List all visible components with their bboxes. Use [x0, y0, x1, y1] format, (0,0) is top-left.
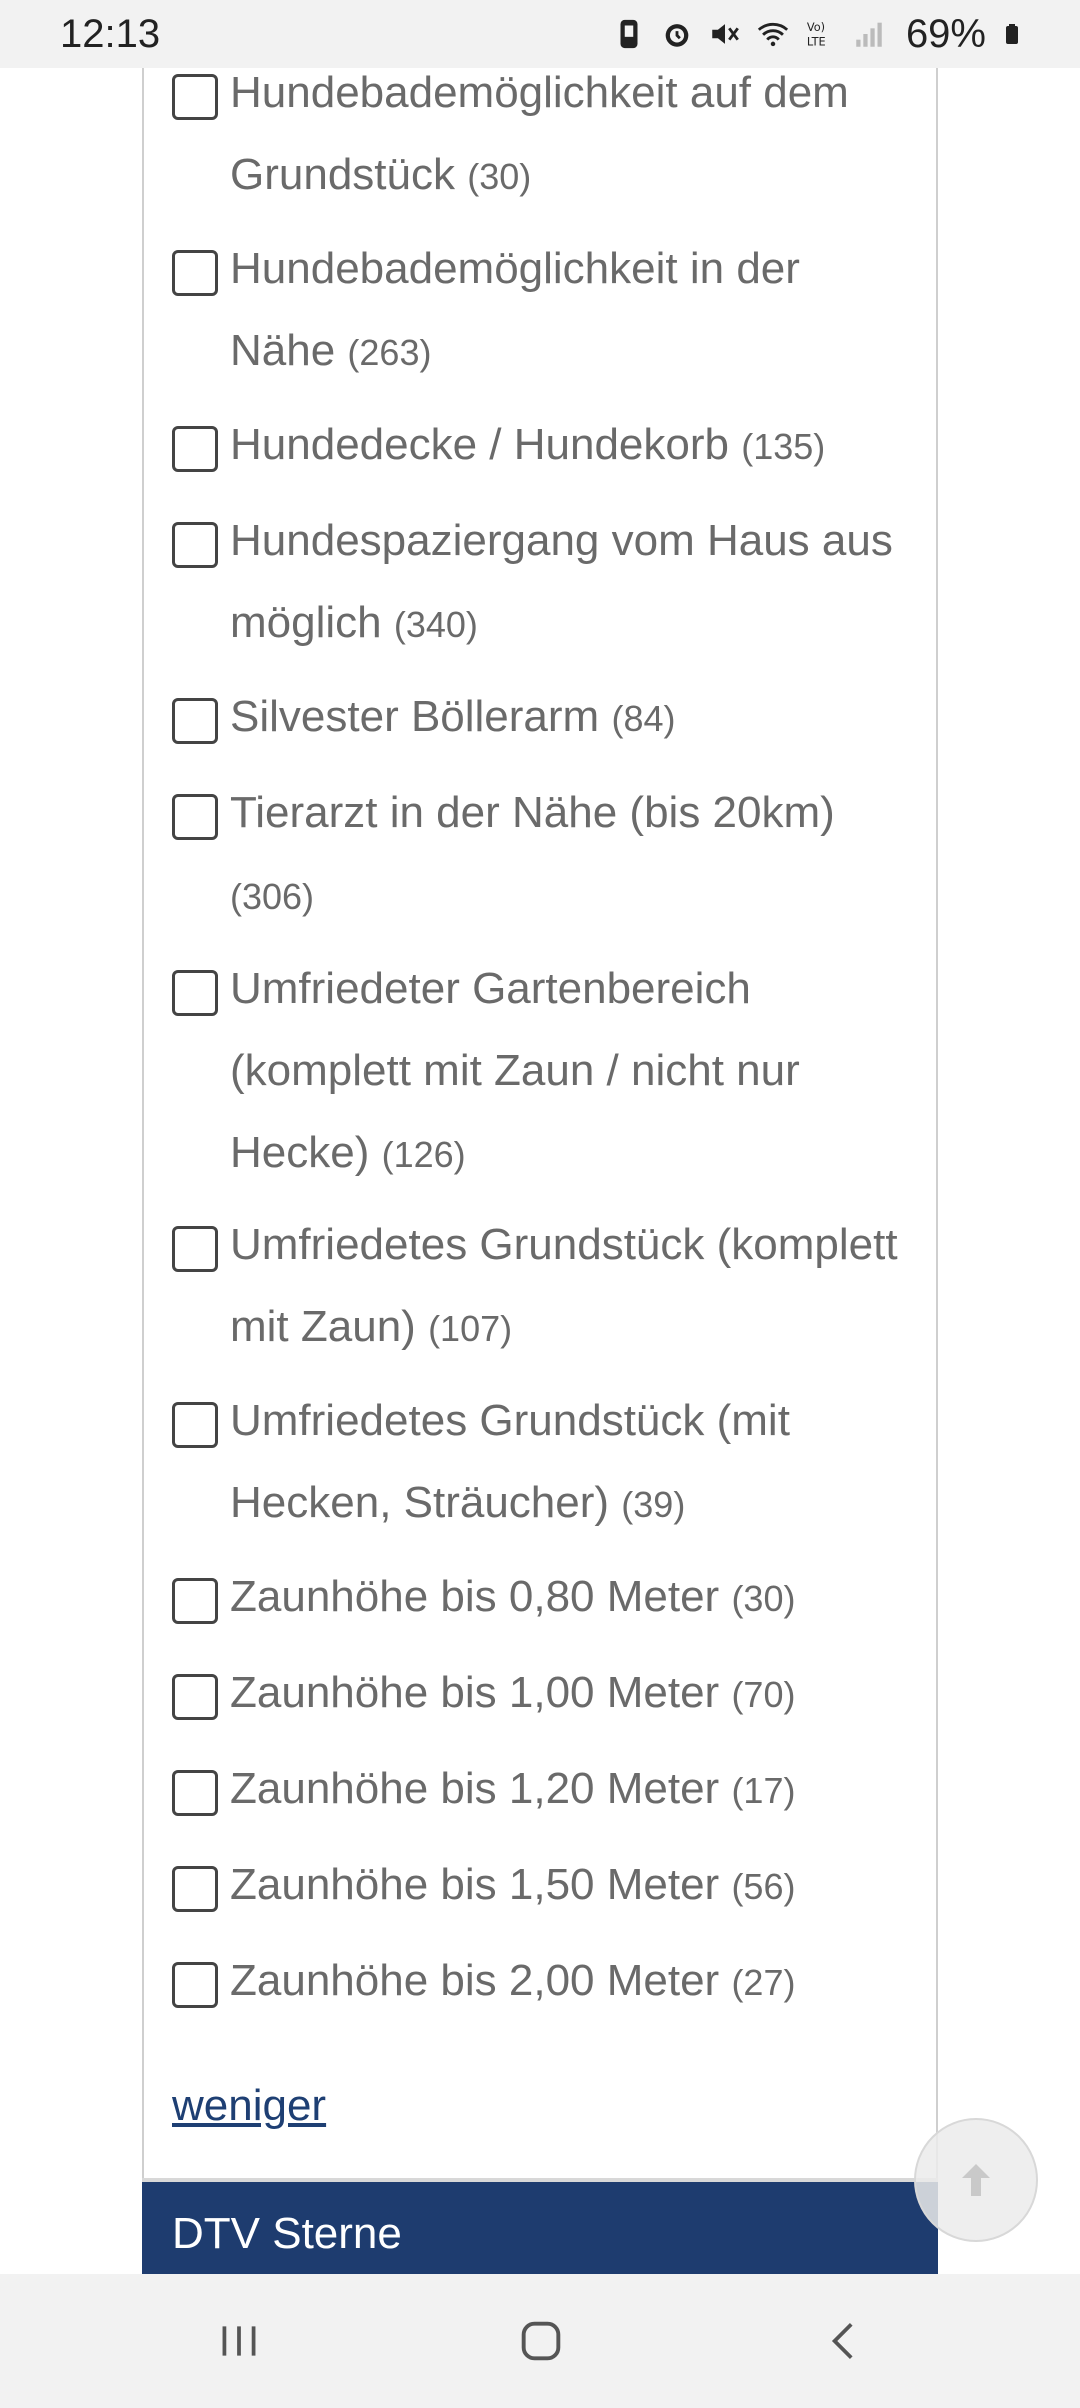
filter-count: (70)	[731, 1674, 796, 1715]
filter-count: (126)	[381, 1134, 466, 1175]
checkbox[interactable]	[172, 698, 218, 744]
svg-text:LTE: LTE	[807, 34, 826, 48]
filter-option[interactable]: Hundedecke / Hundekorb (135)	[172, 420, 912, 488]
section-title: DTV Sterne	[172, 2209, 402, 2258]
filter-option[interactable]: Tierarzt in der Nähe (bis 20km) (306)	[172, 788, 912, 938]
back-button[interactable]	[800, 2304, 890, 2378]
svg-text:Vo): Vo)	[807, 20, 825, 34]
filter-count: (17)	[731, 1770, 796, 1811]
filter-panel: Hundebademöglichkeit auf dem Grundstück …	[142, 68, 938, 2178]
filter-option[interactable]: Zaunhöhe bis 1,00 Meter (70)	[172, 1668, 912, 1736]
home-button[interactable]	[496, 2304, 586, 2378]
filter-count: (39)	[621, 1484, 686, 1525]
checkbox[interactable]	[172, 1962, 218, 2008]
arrow-up-icon	[962, 2164, 990, 2196]
checkbox[interactable]	[172, 794, 218, 840]
filter-option[interactable]: Silvester Böllerarm (84)	[172, 692, 912, 760]
filter-label[interactable]: Hundebademöglichkeit in der Nähe (263)	[230, 228, 912, 394]
battery-icon	[1006, 24, 1018, 44]
checkbox[interactable]	[172, 1402, 218, 1448]
filter-label[interactable]: Umfriedetes Grundstück (mit Hecken, Strä…	[230, 1380, 912, 1546]
checkbox[interactable]	[172, 1674, 218, 1720]
filter-label[interactable]: Zaunhöhe bis 1,20 Meter (17)	[230, 1748, 795, 1832]
filter-option[interactable]: Zaunhöhe bis 1,20 Meter (17)	[172, 1764, 912, 1832]
home-icon	[521, 2321, 561, 2361]
filter-label[interactable]: Tierarzt in der Nähe (bis 20km) (306)	[230, 772, 912, 938]
back-to-top-button[interactable]	[914, 2118, 1038, 2242]
checkbox[interactable]	[172, 1226, 218, 1272]
filter-label[interactable]: Zaunhöhe bis 1,00 Meter (70)	[230, 1652, 795, 1736]
filter-option[interactable]: Umfriedeter Gartenbereich (komplett mit …	[172, 964, 912, 1196]
filter-label[interactable]: Hundebademöglichkeit auf dem Grundstück …	[230, 52, 912, 218]
checkbox[interactable]	[172, 426, 218, 472]
filter-option[interactable]: Umfriedetes Grundstück (mit Hecken, Strä…	[172, 1396, 912, 1546]
checkbox[interactable]	[172, 1866, 218, 1912]
checkbox[interactable]	[172, 1770, 218, 1816]
status-icons: Vo) LTE 69%	[612, 10, 1024, 58]
filter-label[interactable]: Hundedecke / Hundekorb (135)	[230, 404, 825, 488]
volte-icon: Vo)LTE	[807, 20, 826, 48]
filter-count: (135)	[741, 426, 826, 467]
filter-count: (30)	[731, 1578, 796, 1619]
show-less-link[interactable]: weniger	[172, 2076, 326, 2136]
filter-label[interactable]: Zaunhöhe bis 1,50 Meter (56)	[230, 1844, 795, 1928]
filter-option[interactable]: Zaunhöhe bis 1,50 Meter (56)	[172, 1860, 912, 1928]
wifi-icon	[757, 22, 789, 47]
filter-option[interactable]: Hundespaziergang vom Haus aus möglich (3…	[172, 516, 912, 666]
filter-label[interactable]: Zaunhöhe bis 0,80 Meter (30)	[230, 1556, 795, 1640]
status-time: 12:13	[60, 12, 161, 56]
filter-option[interactable]: Hundebademöglichkeit auf dem Grundstück …	[172, 68, 912, 218]
filter-label[interactable]: Hundespaziergang vom Haus aus möglich (3…	[230, 500, 912, 666]
navigation-bar	[0, 2274, 1080, 2408]
battery-percent: 69%	[905, 12, 986, 56]
filter-count: (84)	[611, 698, 676, 739]
filter-count: (306)	[230, 876, 315, 917]
filter-label[interactable]: Silvester Böllerarm (84)	[230, 676, 675, 760]
filter-count: (263)	[347, 332, 432, 373]
filter-option[interactable]: Zaunhöhe bis 2,00 Meter (27)	[172, 1956, 912, 2024]
checkbox[interactable]	[172, 970, 218, 1016]
filter-label[interactable]: Umfriedetes Grundstück (komplett mit Zau…	[230, 1204, 912, 1370]
filter-label[interactable]: Zaunhöhe bis 2,00 Meter (27)	[230, 1940, 795, 2024]
filter-option[interactable]: Zaunhöhe bis 0,80 Meter (30)	[172, 1572, 912, 1640]
checkbox[interactable]	[172, 522, 218, 568]
filter-count: (107)	[428, 1308, 513, 1349]
filter-count: (56)	[731, 1866, 796, 1907]
recents-button[interactable]	[194, 2304, 284, 2378]
checkbox[interactable]	[172, 250, 218, 296]
filter-option[interactable]: Hundebademöglichkeit in der Nähe (263)	[172, 244, 912, 394]
recents-icon	[222, 2326, 256, 2356]
filter-count: (30)	[467, 156, 532, 197]
filter-label[interactable]: Umfriedeter Gartenbereich (komplett mit …	[230, 948, 912, 1196]
checkbox[interactable]	[172, 1578, 218, 1624]
filter-option[interactable]: Umfriedetes Grundstück (komplett mit Zau…	[172, 1220, 912, 1370]
checkbox[interactable]	[172, 74, 218, 120]
back-icon	[831, 2323, 853, 2359]
alarm-icon	[665, 24, 689, 47]
filter-count: (27)	[731, 1962, 796, 2003]
phone-icon	[620, 19, 638, 49]
filter-count: (340)	[393, 604, 478, 645]
signal-icon	[856, 22, 882, 47]
mute-icon	[712, 24, 739, 44]
dtv-sterne-section-header[interactable]: DTV Sterne	[142, 2178, 938, 2274]
